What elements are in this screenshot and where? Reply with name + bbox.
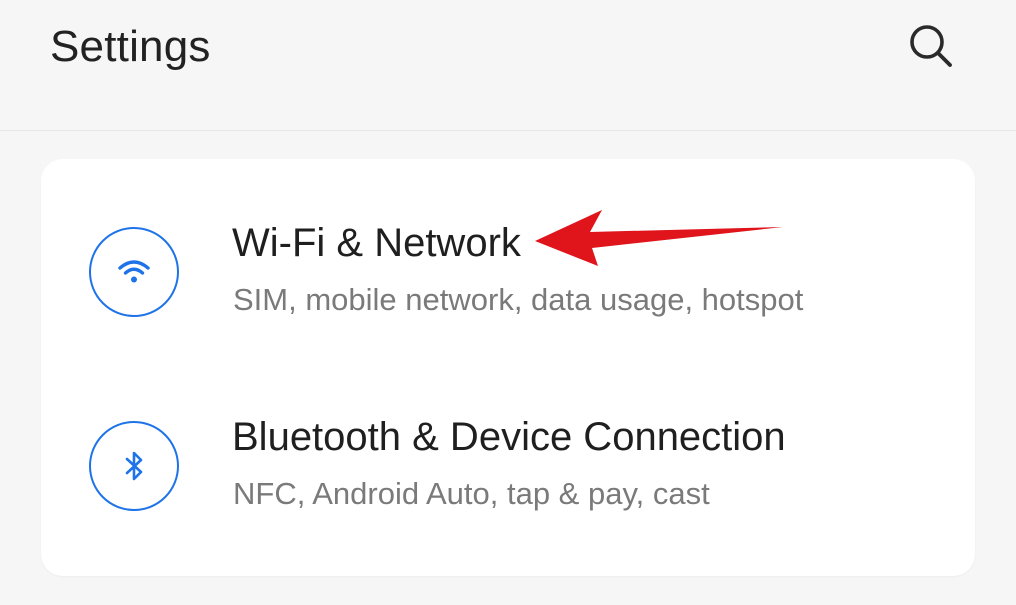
app-header: Settings	[0, 0, 1016, 130]
settings-item-title: Bluetooth & Device Connection	[232, 415, 786, 459]
bluetooth-icon-badge	[89, 421, 179, 511]
bluetooth-icon	[125, 451, 143, 481]
header-divider	[0, 130, 1016, 131]
settings-card: Wi-Fi & Network SIM, mobile network, dat…	[41, 159, 975, 576]
wifi-icon-badge	[89, 227, 179, 317]
settings-item-wifi-network[interactable]: Wi-Fi & Network SIM, mobile network, dat…	[41, 175, 975, 365]
search-button[interactable]	[900, 18, 962, 74]
settings-item-subtitle: NFC, Android Auto, tap & pay, cast	[233, 476, 710, 511]
settings-item-title: Wi-Fi & Network	[232, 221, 521, 265]
search-icon	[910, 25, 952, 67]
settings-item-subtitle: SIM, mobile network, data usage, hotspot	[233, 282, 804, 317]
settings-item-bluetooth-device-connection[interactable]: Bluetooth & Device Connection NFC, Andro…	[41, 369, 975, 559]
page-title: Settings	[50, 22, 211, 71]
wifi-icon	[118, 260, 150, 283]
